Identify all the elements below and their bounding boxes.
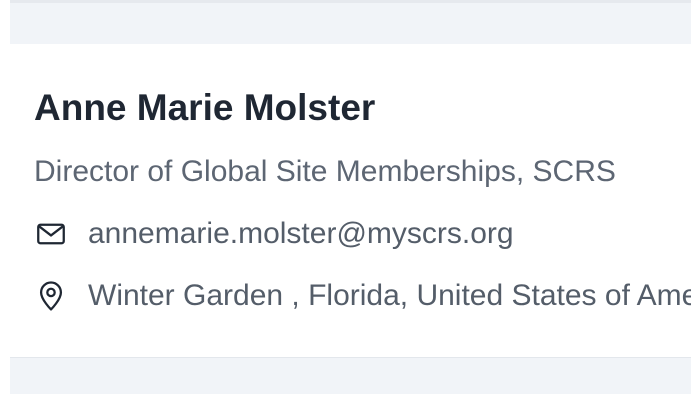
envelope-icon (34, 217, 68, 251)
contact-job-title: Director of Global Site Memberships, SCR… (34, 155, 616, 188)
map-pin-icon (34, 279, 68, 313)
contact-location-text: Winter Garden , Florida, United States o… (88, 279, 691, 312)
contact-card: Anne Marie Molster Director of Global Si… (10, 44, 691, 357)
top-section-band (10, 0, 691, 47)
contact-location-row: Winter Garden , Florida, United States o… (34, 275, 691, 317)
bottom-section-band (10, 357, 691, 394)
contact-email-row[interactable]: annemarie.molster@myscrs.org (34, 213, 514, 255)
contact-email-link[interactable]: annemarie.molster@myscrs.org (88, 214, 514, 254)
contact-name: Anne Marie Molster (34, 87, 376, 128)
